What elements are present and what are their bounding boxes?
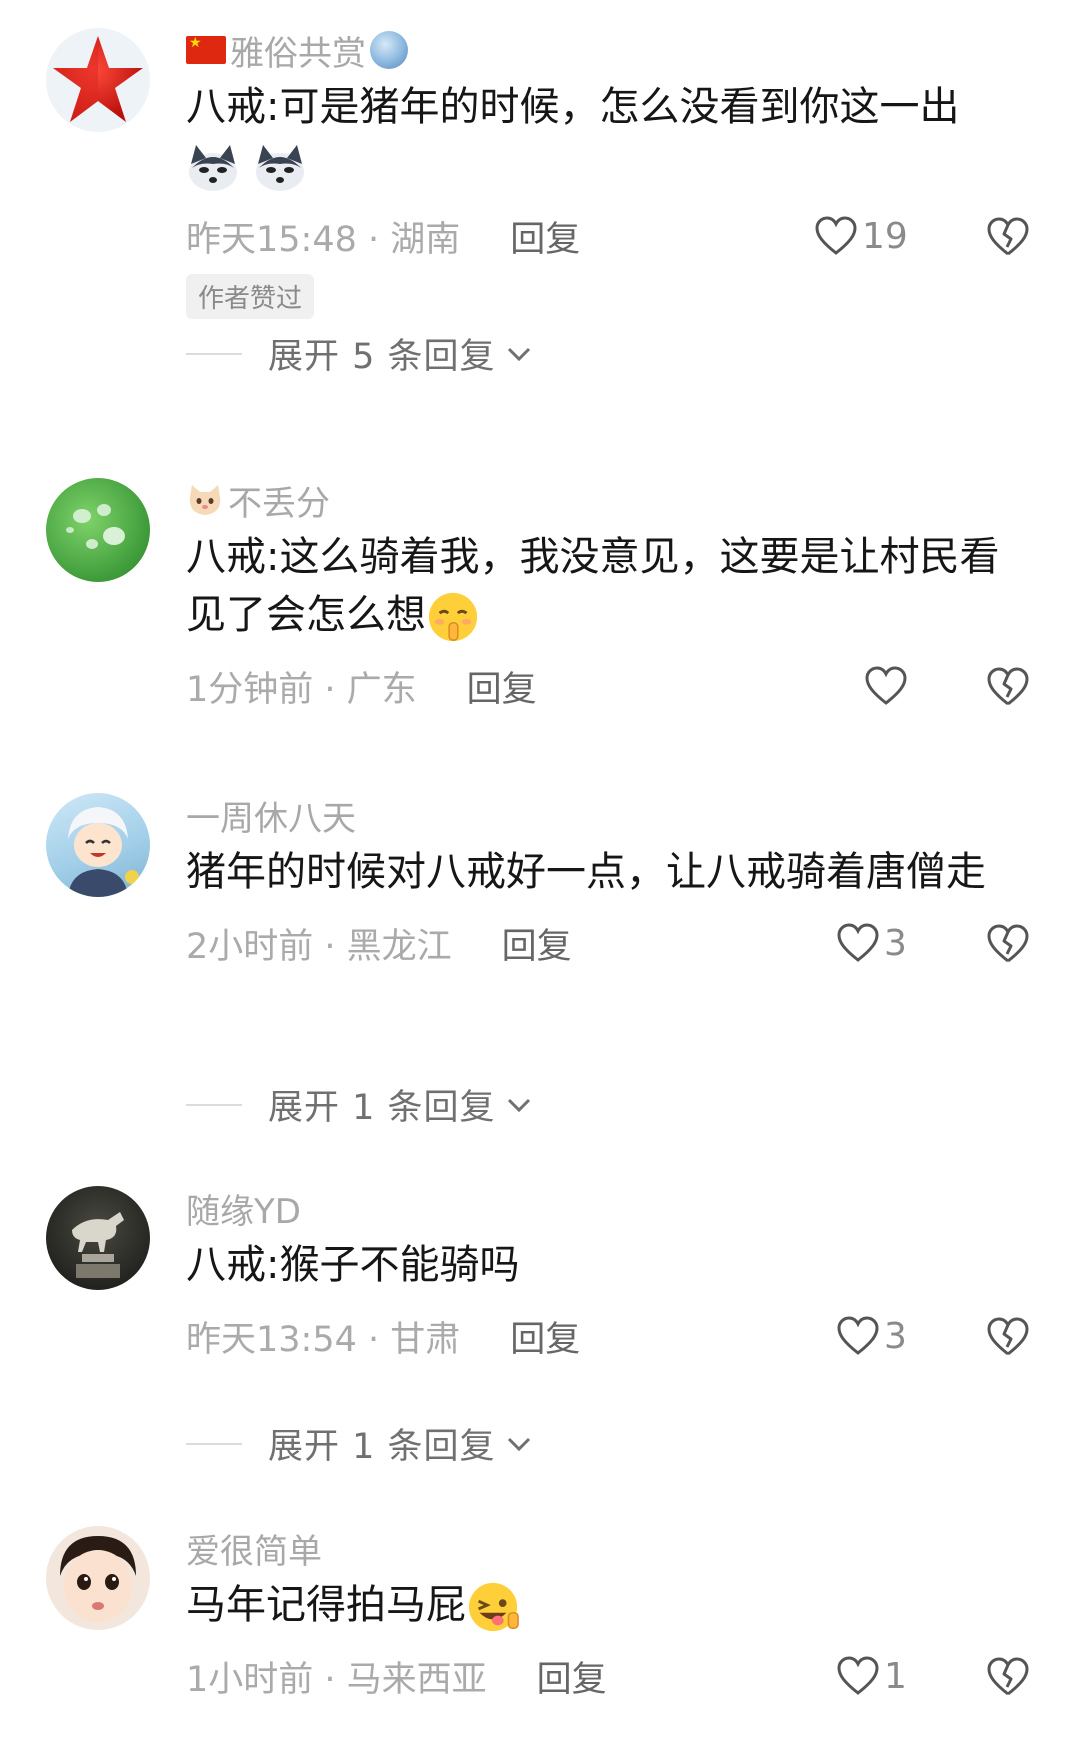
expand-replies-label: 展开 1 条回复 xyxy=(268,1427,496,1467)
red-star-icon xyxy=(53,36,143,122)
like-button[interactable] xyxy=(864,665,912,707)
like-count: 3 xyxy=(884,922,907,964)
username[interactable]: 雅俗共赏 xyxy=(230,26,366,75)
comment-text: 猪年的时候对八戒好一点，让八戒骑着唐僧走 xyxy=(186,849,986,895)
timestamp-location: 1分钟前 · 广东 xyxy=(186,669,417,710)
username[interactable]: 一周休八天 xyxy=(186,791,356,840)
comment-text: 八戒:这么骑着我，我没意见，这要是让村民看见了会怎么想 xyxy=(186,528,1036,644)
chevron-down-icon xyxy=(507,1098,530,1112)
child-face-icon xyxy=(60,1536,136,1622)
comment-text: 八戒:猴子不能骑吗 xyxy=(186,1242,520,1288)
divider xyxy=(186,1103,242,1106)
reply-button[interactable]: 回复 xyxy=(537,1651,607,1702)
avatar[interactable] xyxy=(46,478,150,582)
author-liked-badge: 作者赞过 xyxy=(186,274,315,319)
divider xyxy=(186,1442,242,1445)
chevron-down-icon xyxy=(507,1437,530,1451)
broken-heart-icon[interactable] xyxy=(986,921,1030,965)
reply-button[interactable]: 回复 xyxy=(502,918,572,969)
expand-replies-label: 展开 5 条回复 xyxy=(268,337,496,377)
avatar[interactable] xyxy=(46,1186,150,1290)
timestamp-location: 1小时前 · 马来西亚 xyxy=(186,1659,487,1700)
avatar[interactable] xyxy=(46,1526,150,1630)
divider xyxy=(186,352,242,355)
like-count: 19 xyxy=(862,215,908,257)
timestamp-location: 昨天13:54 · 甘肃 xyxy=(186,1319,461,1360)
like-count: 3 xyxy=(884,1315,907,1357)
broken-heart-icon[interactable] xyxy=(986,664,1030,708)
reply-button[interactable]: 回复 xyxy=(510,1311,580,1362)
heart-icon xyxy=(865,666,907,705)
like-button[interactable]: 19 xyxy=(814,215,908,257)
winking-tongue-emoji xyxy=(468,1582,519,1632)
broken-heart-icon[interactable] xyxy=(986,1654,1030,1698)
husky-emoji xyxy=(255,145,304,191)
heart-icon xyxy=(815,216,857,255)
like-count: 1 xyxy=(884,1655,907,1697)
expand-replies-button[interactable]: 展开 5 条回复 xyxy=(186,328,532,379)
broken-heart-icon[interactable] xyxy=(986,214,1030,258)
expand-replies-button[interactable]: 展开 1 条回复 xyxy=(186,1418,532,1469)
horse-statue-icon xyxy=(72,1212,124,1278)
china-flag-icon xyxy=(186,36,226,64)
avatar[interactable] xyxy=(46,793,150,897)
heart-icon xyxy=(837,1316,879,1355)
like-button[interactable]: 1 xyxy=(836,1655,907,1697)
username[interactable]: 不丢分 xyxy=(228,476,330,525)
comment-text: 马年记得拍马屁 xyxy=(186,1576,1036,1634)
water-drops-leaf-icon xyxy=(66,504,125,549)
like-button[interactable]: 3 xyxy=(836,922,907,964)
reply-button[interactable]: 回复 xyxy=(510,211,580,262)
husky-emoji xyxy=(189,145,237,191)
username[interactable]: 爱很简单 xyxy=(186,1524,322,1573)
timestamp-location: 昨天15:48 · 湖南 xyxy=(186,219,461,260)
avatar[interactable] xyxy=(46,28,150,132)
heart-icon xyxy=(837,1656,879,1695)
cat-face-icon xyxy=(189,485,221,515)
chevron-down-icon xyxy=(507,347,530,361)
timestamp-location: 2小时前 · 黑龙江 xyxy=(186,926,452,967)
heart-icon xyxy=(837,923,879,962)
reply-button[interactable]: 回复 xyxy=(467,661,537,712)
like-button[interactable]: 3 xyxy=(836,1315,907,1357)
broken-heart-icon[interactable] xyxy=(986,1314,1030,1358)
shushing-face-emoji xyxy=(428,592,478,642)
comment-text: 八戒:可是猪年的时候，怎么没看到你这一出 xyxy=(186,78,1036,194)
expand-replies-label: 展开 1 条回复 xyxy=(268,1088,496,1128)
globe-icon xyxy=(370,31,408,69)
anime-boy-icon xyxy=(68,807,139,897)
username[interactable]: 随缘YD xyxy=(186,1184,301,1233)
expand-replies-button[interactable]: 展开 1 条回复 xyxy=(186,1079,532,1130)
